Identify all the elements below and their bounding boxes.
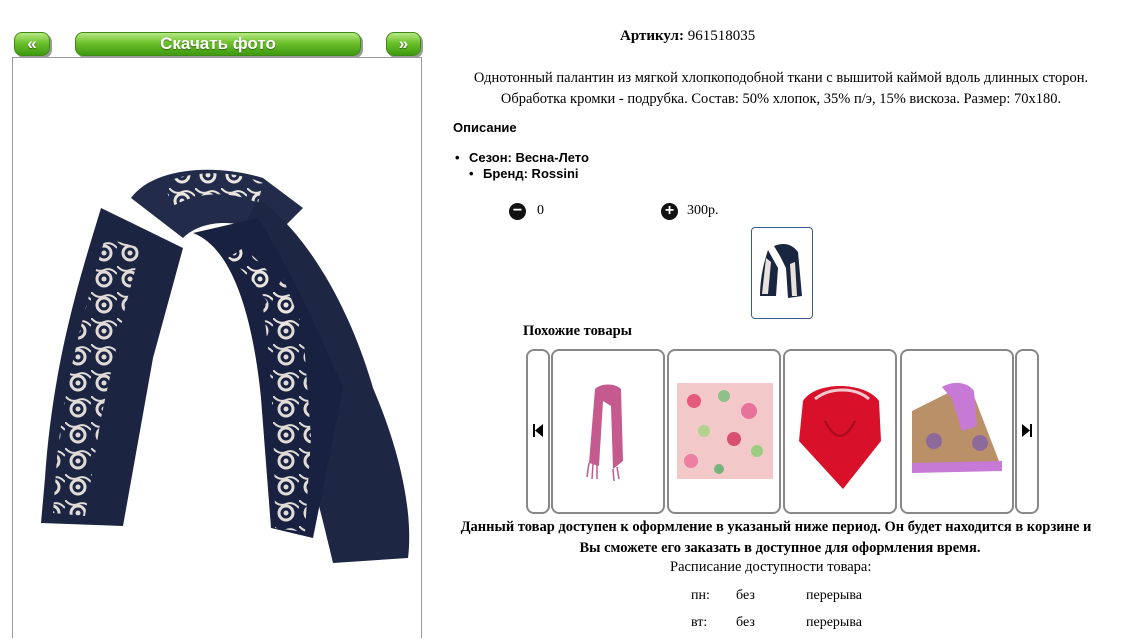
schedule-day: вт: bbox=[691, 615, 708, 630]
article-line: Артикул: 961518035 bbox=[620, 28, 940, 45]
schedule-day: пн: bbox=[691, 588, 710, 603]
skip-forward-icon bbox=[1022, 424, 1032, 437]
similar-item[interactable] bbox=[551, 349, 665, 514]
product-thumbnail[interactable] bbox=[751, 227, 813, 319]
schedule-from: без bbox=[736, 615, 755, 630]
availability-notice: Данный товар доступен к оформление в ука… bbox=[0, 517, 1126, 559]
description-line-1: Однотонный палантин из мягкой хлопкоподо… bbox=[473, 70, 1089, 86]
product-description: Однотонный палантин из мягкой хлопкоподо… bbox=[436, 68, 1126, 110]
download-photo-button[interactable]: Скачать фото bbox=[75, 32, 361, 56]
similar-prev-button[interactable] bbox=[526, 349, 550, 514]
prev-photo-button[interactable]: « bbox=[14, 32, 50, 56]
skip-back-icon bbox=[533, 424, 543, 437]
similar-item[interactable] bbox=[667, 349, 781, 514]
property-season: Сезон: Весна-Лето bbox=[455, 150, 589, 166]
red-square-scarf-icon bbox=[799, 386, 881, 489]
schedule-to: перерыва bbox=[806, 615, 862, 630]
similar-next-button[interactable] bbox=[1015, 349, 1039, 514]
availability-line-2: Вы сможете его заказать в доступное для … bbox=[579, 540, 981, 556]
schedule-from: без bbox=[736, 588, 755, 603]
schedule-to: перерыва bbox=[806, 588, 862, 603]
article-label: Артикул: bbox=[620, 28, 684, 44]
description-heading: Описание bbox=[453, 120, 517, 135]
schedule-title: Расписание доступности товара: bbox=[670, 559, 872, 575]
product-properties: Сезон: Весна-Лето Бренд: Rossini bbox=[455, 150, 589, 182]
plus-icon[interactable]: + bbox=[661, 203, 678, 220]
price-value: 300р. bbox=[687, 203, 719, 218]
lilac-paisley-scarf-icon bbox=[912, 382, 1002, 473]
description-line-2: Обработка кромки - подрубка. Состав: 50%… bbox=[500, 91, 1062, 107]
navy-scarf-icon bbox=[760, 244, 802, 298]
availability-line-1: Данный товар доступен к оформление в ука… bbox=[460, 519, 1092, 535]
next-photo-button[interactable]: » bbox=[386, 32, 421, 56]
article-value: 961518035 bbox=[687, 28, 756, 44]
minus-icon[interactable]: − bbox=[509, 203, 526, 220]
similar-item[interactable] bbox=[900, 349, 1014, 514]
similar-products-title: Похожие товары bbox=[523, 323, 632, 339]
property-brand: Бренд: Rossini bbox=[469, 166, 589, 182]
similar-item[interactable] bbox=[783, 349, 897, 514]
floral-square-scarf-icon bbox=[677, 383, 773, 479]
quantity-value: 0 bbox=[537, 203, 544, 218]
pink-scarf-icon bbox=[586, 384, 623, 482]
